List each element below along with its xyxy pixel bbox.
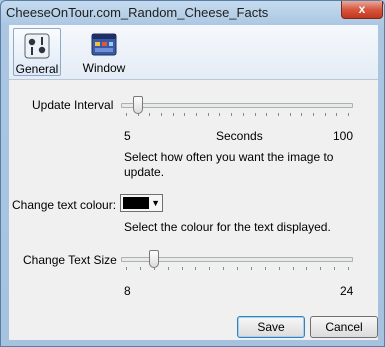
slider-tick	[250, 267, 252, 270]
app-window: CheeseOnTour.com_Random_Cheese_Facts x G…	[0, 0, 385, 347]
text-colour-picker[interactable]: ▼	[120, 194, 163, 212]
text-colour-help: Select the colour for the text displayed…	[124, 220, 331, 234]
slider-tick	[149, 113, 151, 116]
update-interval-unit-label: Seconds	[216, 129, 263, 143]
general-settings-icon	[24, 33, 50, 59]
tab-general[interactable]: General	[13, 28, 61, 76]
close-icon: x	[358, 2, 366, 16]
slider-tick	[184, 113, 186, 116]
slider-tick	[207, 113, 209, 116]
slider-tick	[223, 267, 225, 270]
slider-tick	[167, 267, 169, 270]
window-title: CheeseOnTour.com_Random_Cheese_Facts	[6, 5, 269, 20]
slider-tick	[264, 267, 266, 270]
text-size-slider[interactable]	[121, 250, 353, 270]
preferences-toolbar: General Window	[9, 25, 378, 80]
slider-tick	[196, 113, 198, 116]
cancel-button[interactable]: Cancel	[310, 316, 378, 338]
slider-tick	[292, 267, 294, 270]
slider-tick	[266, 113, 268, 116]
slider-tick	[254, 113, 256, 116]
text-size-min-label: 8	[124, 284, 131, 298]
slider-tick	[237, 267, 238, 270]
update-interval-help: Select how often you want the image to u…	[124, 150, 334, 179]
slider-tick	[289, 113, 291, 116]
chevron-down-icon: ▼	[151, 198, 160, 208]
slider-tick	[301, 113, 303, 116]
slider-tick	[278, 267, 280, 270]
slider-tick	[242, 113, 244, 116]
slider-tick	[219, 113, 221, 116]
slider-tick	[306, 267, 308, 270]
slider-tick	[209, 267, 211, 270]
slider-tick	[312, 113, 314, 116]
tab-general-label: General	[15, 62, 59, 76]
text-colour-swatch	[123, 197, 149, 209]
slider-tick	[172, 113, 174, 116]
slider-tick	[139, 267, 141, 270]
text-size-max-label: 24	[340, 284, 354, 298]
slider-tick	[320, 267, 322, 270]
update-interval-thumb[interactable]	[132, 96, 143, 114]
slider-tick	[195, 267, 197, 270]
close-button[interactable]: x	[341, 1, 383, 19]
slider-tick	[324, 113, 326, 116]
slider-tick	[126, 113, 127, 116]
slider-tick	[334, 267, 336, 270]
window-icon	[91, 33, 117, 56]
slider-tick	[277, 113, 279, 116]
tab-window-label: Window	[82, 61, 126, 75]
title-bar[interactable]: CheeseOnTour.com_Random_Cheese_Facts x	[1, 1, 384, 25]
save-button[interactable]: Save	[237, 316, 305, 338]
update-interval-label: Update Interval	[32, 98, 114, 112]
tab-window[interactable]: Window	[79, 28, 129, 76]
slider-tick	[348, 267, 349, 270]
update-interval-slider[interactable]	[121, 96, 353, 116]
text-size-thumb[interactable]	[148, 250, 159, 268]
slider-tick	[126, 267, 127, 270]
slider-tick	[336, 113, 338, 116]
general-settings-panel: Update Interval 5 Seconds 100 Select how…	[9, 80, 378, 340]
text-colour-label: Change text colour:	[12, 198, 117, 212]
update-interval-min-label: 5	[124, 129, 131, 143]
slider-tick	[231, 113, 233, 116]
update-interval-ticks	[121, 113, 353, 116]
slider-tick	[181, 267, 183, 270]
update-interval-track	[121, 103, 353, 108]
update-interval-max-label: 100	[333, 129, 354, 143]
slider-tick	[348, 113, 349, 116]
text-size-label: Change Text Size	[23, 253, 117, 267]
slider-tick	[161, 113, 163, 116]
